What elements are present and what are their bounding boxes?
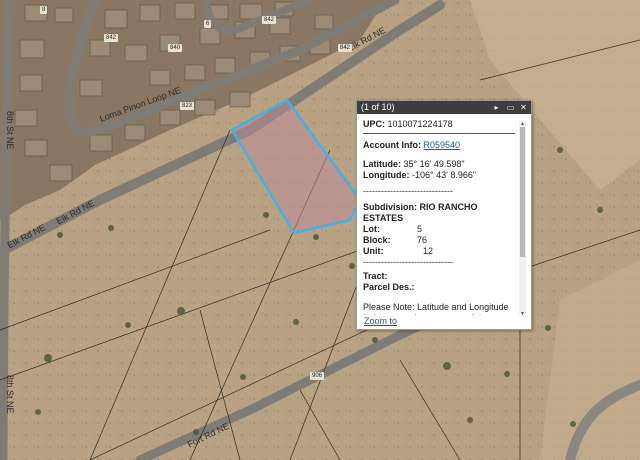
separator: ------------------------------ xyxy=(363,186,453,196)
road-shield: 823 xyxy=(180,102,195,110)
location-note: Please Note: Latitude and Longitude is t… xyxy=(363,302,509,315)
divider xyxy=(363,133,515,134)
subdivision-row: Subdivision: RIO RANCHO ESTATES xyxy=(363,202,515,224)
block-label: Block: xyxy=(363,235,391,245)
longitude-row: Longitude: -106° 43' 8.966" xyxy=(363,170,515,181)
unit-row: Unit: 12 xyxy=(363,246,515,257)
separator: ------------------------------ xyxy=(363,257,453,267)
account-row: Account Info: R059540 xyxy=(363,140,515,151)
lot-value: 5 xyxy=(417,224,423,234)
road-shield: 6 xyxy=(204,20,212,28)
upc-value: 1010071224178 xyxy=(387,119,453,129)
latitude-row: Latitude: 35° 16' 49.598" xyxy=(363,159,515,170)
popup-pager: (1 of 10) xyxy=(361,102,395,112)
unit-label: Unit: xyxy=(363,246,384,256)
longitude-value: -106° 43' 8.966" xyxy=(412,170,477,180)
lot-row: Lot: 5 xyxy=(363,224,515,235)
upc-row: UPC: 1010071224178 xyxy=(363,119,515,130)
account-label: Account Info: xyxy=(363,140,421,150)
map-canvas[interactable] xyxy=(0,0,640,460)
parcel-info-popup: (1 of 10) ▸ ▭ ✕ UPC: 1010071224178 Accou… xyxy=(356,100,532,330)
latitude-label: Latitude: xyxy=(363,159,401,169)
popup-scrollbar[interactable]: ▲ ▼ xyxy=(519,121,526,317)
zoom-to-link[interactable]: Zoom to xyxy=(364,316,397,326)
upc-label: UPC: xyxy=(363,119,385,129)
account-link[interactable]: R059540 xyxy=(424,140,461,150)
road-shield: 842 xyxy=(338,44,353,52)
road-shield: 840 xyxy=(168,44,183,52)
block-row: Block: 76 xyxy=(363,235,515,246)
road-label-8th-st-lower: 8th St NE xyxy=(5,375,15,414)
unit-value: 12 xyxy=(423,246,434,256)
latitude-value: 35° 16' 49.598" xyxy=(403,159,465,169)
road-shield: 906 xyxy=(310,372,325,380)
road-shield: 8 xyxy=(40,6,48,14)
subdivision-label: Subdivision: xyxy=(363,202,417,212)
popup-body: UPC: 1010071224178 Account Info: R059540… xyxy=(363,119,515,315)
parcel-des-label: Parcel Des.: xyxy=(363,282,415,292)
maximize-icon[interactable]: ▭ xyxy=(506,103,515,112)
longitude-label: Longitude: xyxy=(363,170,410,180)
scroll-down-icon[interactable]: ▼ xyxy=(519,311,526,317)
tract-label: Tract: xyxy=(363,271,388,281)
next-arrow-icon[interactable]: ▸ xyxy=(492,103,501,112)
scroll-thumb[interactable] xyxy=(520,127,525,257)
popup-header: (1 of 10) ▸ ▭ ✕ xyxy=(357,101,531,114)
lot-label: Lot: xyxy=(363,224,380,234)
block-value: 76 xyxy=(417,235,428,245)
close-icon[interactable]: ✕ xyxy=(519,103,528,112)
road-shield: 842 xyxy=(262,16,277,24)
road-label-8th-st-upper: 8th St NE xyxy=(5,111,15,150)
road-shield: 842 xyxy=(104,34,119,42)
